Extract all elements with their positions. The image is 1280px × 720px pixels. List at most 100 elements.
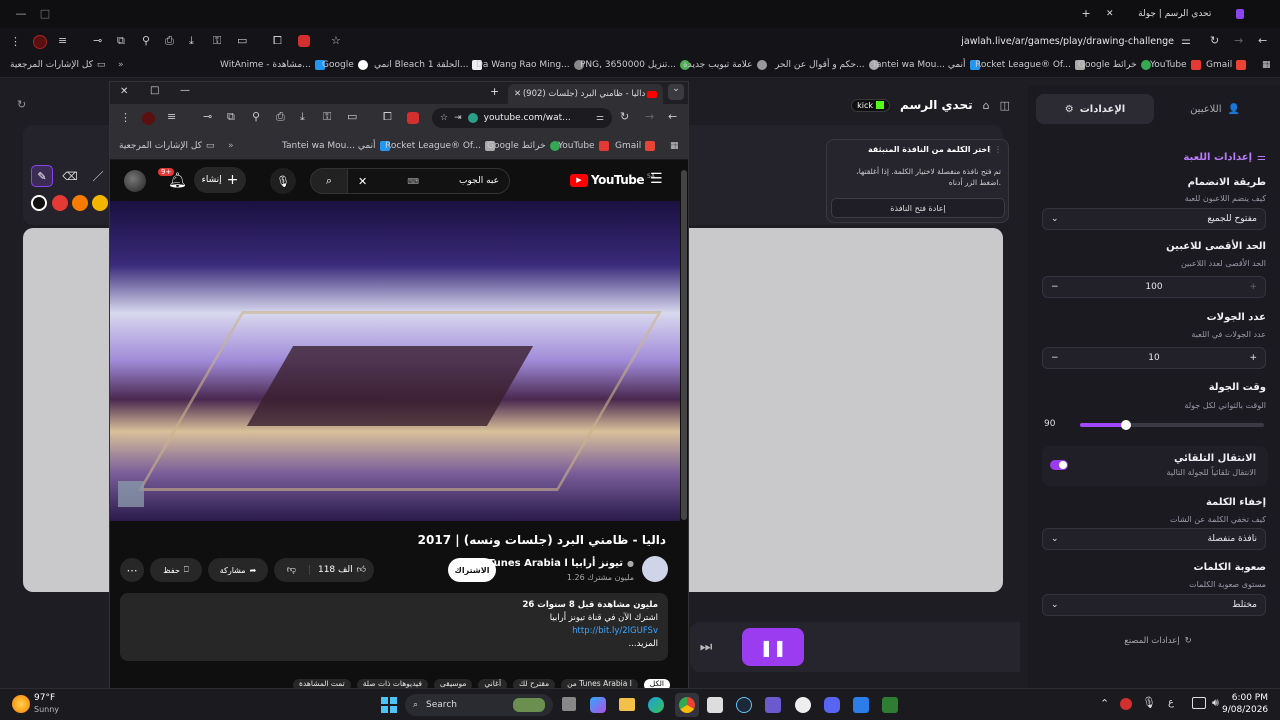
pause-button[interactable]: ❚❚ [742,628,804,666]
yt-active-tab[interactable]: ✕ (902) داليا - ظامني البرد (جلسات [508,84,663,104]
subscribe-button[interactable]: الاشتراك [448,558,496,582]
dislike-button[interactable]: 👎︎ [274,565,310,575]
eraser-tool-button[interactable]: ⌫ [61,167,79,185]
start-icon[interactable] [381,697,397,713]
steam-icon[interactable] [736,697,752,713]
card-icon[interactable]: ▭ [237,34,247,47]
volume-icon[interactable]: 🔊︎ [1212,696,1219,710]
password-icon[interactable]: ⚿ [213,34,221,48]
line-tool-button[interactable]: ／ [89,167,107,185]
tab-settings[interactable]: ⚙ الإعدادات [1036,94,1154,124]
yt-star-icon[interactable]: ☆ [440,113,448,123]
yt-bookmark-tantei[interactable]: Tantei wa Mou... أنمي [282,141,390,151]
window-restore-button[interactable]: □ [38,6,52,20]
bookmark-png[interactable]: PNG, 3650000 تنزيل... [580,60,690,70]
hide-word-select[interactable]: ⌄ نافذة منفصلة [1042,528,1266,550]
yt-apps-icon[interactable]: ▦ [670,141,679,151]
bookmark-all[interactable]: كل الإشارات المرجعية ▭ [10,60,105,70]
yt-bookmark-gmail[interactable]: Gmail [615,141,656,151]
rounds-stepper[interactable]: −10 + [1042,347,1266,369]
more-actions-button[interactable]: ⋯ [120,558,144,582]
minus-icon[interactable]: − [1051,353,1059,363]
photos-icon[interactable] [853,697,869,713]
sidebar-toggle-icon[interactable]: ◫ [1000,99,1010,112]
max-players-stepper[interactable]: −100 + [1042,276,1266,298]
plus-icon[interactable]: + [1249,353,1257,363]
yt-search-input[interactable]: ✕ ⌨ عبه الجوب [348,168,510,194]
yt-playlist-icon[interactable]: ≡ [167,110,176,123]
store-icon[interactable] [707,697,723,713]
clock-time[interactable]: 6:00 PM [1226,693,1268,703]
yt-print-icon[interactable]: ⎙ [276,110,285,124]
description-box[interactable]: 26 مليون مشاهدة قبل 8 سنوات اشترك الآن ف… [120,593,668,661]
tune-icon[interactable]: ⚌ [1181,34,1191,47]
extensions-icon[interactable]: ⧠ [273,34,282,48]
yt-forward-icon[interactable]: → [645,110,654,123]
print-icon[interactable]: ⎙ [165,34,174,48]
bookmark-google[interactable]: Google [322,60,368,70]
yt-hamburger-icon[interactable]: ☰ [650,171,663,187]
mic-tray-icon[interactable]: 🎙︎ [1142,696,1156,709]
yt-newtab-icon[interactable]: + [490,85,499,98]
download-icon[interactable]: ⤓ [189,34,194,48]
yt-send-icon[interactable]: ⇥ [454,113,462,123]
active-tab[interactable]: ✕ تحدي الرسم | جولة [1100,3,1250,25]
yt-avatar[interactable] [124,170,146,192]
drag-handle-icon[interactable]: ⋮⋮ [986,145,1002,154]
yt-bookmark-all[interactable]: كل الإشارات المرجعية ▭ [119,141,214,151]
yt-logo[interactable]: ▶ YouTube SA [570,173,655,187]
tray-chevron-icon[interactable]: ⌃ [1100,697,1109,710]
copilot-icon[interactable] [590,697,606,713]
tray-app-icon[interactable] [1120,698,1132,710]
yt-tab-close-icon[interactable]: ✕ [514,89,521,99]
tab-close-icon[interactable]: ✕ [1106,9,1114,19]
yt-reload-icon[interactable]: ↻ [620,110,629,123]
language-indicator[interactable]: ع [1168,697,1174,708]
yt-download-icon[interactable]: ⤓ [300,110,305,124]
yt-search-button[interactable]: ⌕ [310,168,348,194]
bookmark-star-icon[interactable]: ☆ [331,34,341,47]
yt-scrollbar[interactable] [681,170,687,520]
apps-grid-icon[interactable]: ▦ [1262,60,1271,70]
app-icon-purple[interactable] [765,697,781,713]
like-button[interactable]: 118 الف 👍︎ [310,565,374,575]
taskview-icon[interactable] [562,697,576,711]
menu-icon[interactable]: ⋮ [10,35,21,48]
home-icon[interactable]: ⌂ [983,99,990,112]
forward-icon[interactable]: → [1234,34,1243,47]
extension-badge-icon[interactable] [298,35,310,47]
yt-card-icon[interactable]: ▭ [347,110,357,123]
bookmark-bleach[interactable]: انمي Bleach الحلقة 1... [374,60,483,70]
yt-back-icon[interactable]: ← [668,110,677,123]
pen-tool-button[interactable]: ✎ [31,165,53,187]
auto-advance-toggle[interactable] [1050,460,1068,470]
file-explorer-icon[interactable] [619,698,635,711]
yt-bookmark-youtube[interactable]: YouTube [558,141,609,151]
desc-more[interactable]: ...المزيد [130,638,659,651]
refresh-icon[interactable]: ↻ [17,98,26,111]
yt-bookmark-rocket[interactable]: Rocket League® Of... [385,141,496,151]
yt-ext-avatar-icon[interactable] [142,112,155,125]
color-orange[interactable] [72,195,88,211]
desc-link[interactable]: http://bit.ly/2lGUFSv [130,625,658,638]
edge-icon[interactable] [648,697,664,713]
yt-link-icon[interactable]: ⊸ [203,110,212,123]
join-select[interactable]: ⌄ مفتوح للجميع [1042,208,1266,230]
yt-menu-icon[interactable]: ⋮ [120,111,131,124]
bookmark-quotes[interactable]: حكم و أقوال عن الحر... [775,60,879,70]
location-icon[interactable]: ⚲ [142,34,150,47]
factory-reset-button[interactable]: إعدادات المصنع ↻ [1098,636,1218,646]
difficulty-select[interactable]: ⌄ مختلط [1042,594,1266,616]
bookmark-tantei[interactable]: Tantei wa Mou... أنمي [872,60,980,70]
save-button[interactable]: حفظ ⎕ [150,558,202,582]
bookmark-newtab[interactable]: علامة تبويب جديدة [683,60,767,70]
bookmark-rocket[interactable]: Rocket League® Of... [975,60,1086,70]
github-icon[interactable] [795,697,811,713]
extension-avatar-icon[interactable] [33,35,47,49]
tab-players[interactable]: اللاعبين 👤 [1156,94,1274,124]
minus-icon[interactable]: − [1051,282,1059,292]
clock-date[interactable]: 9/08/2026 [1222,705,1268,715]
link-icon[interactable]: ⊸ [93,34,102,47]
time-slider-track[interactable] [1080,420,1264,430]
playlist-icon[interactable]: ≡ [58,34,67,47]
